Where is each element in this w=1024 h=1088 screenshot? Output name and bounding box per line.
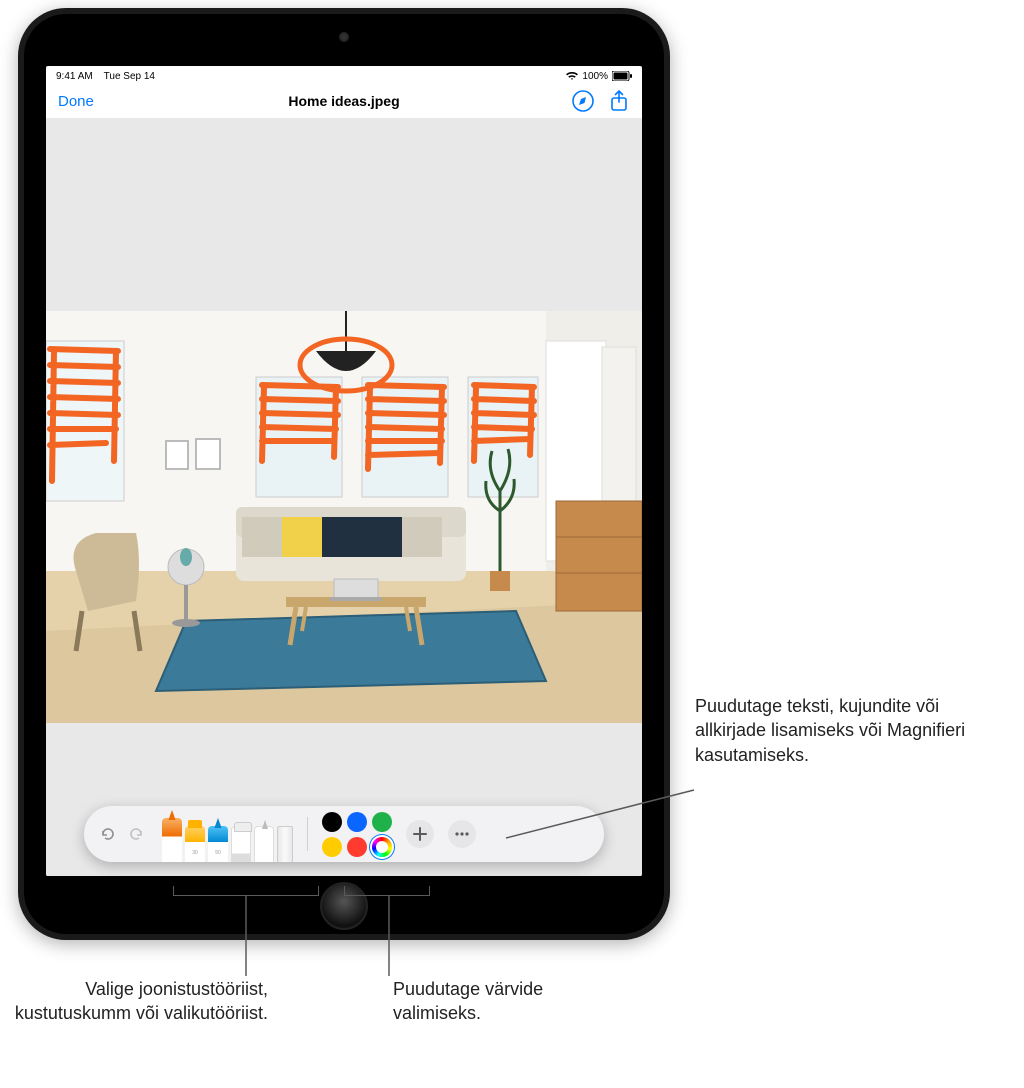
callout-tools: Valige joonistustööriist, kustutuskumm v… [0,977,268,1026]
callout-add: Puudutage teksti, kujundite või allkirja… [695,694,1005,767]
callout-colors: Puudutage värvide valimiseks. [393,977,613,1026]
leader-lines [0,0,1024,1088]
